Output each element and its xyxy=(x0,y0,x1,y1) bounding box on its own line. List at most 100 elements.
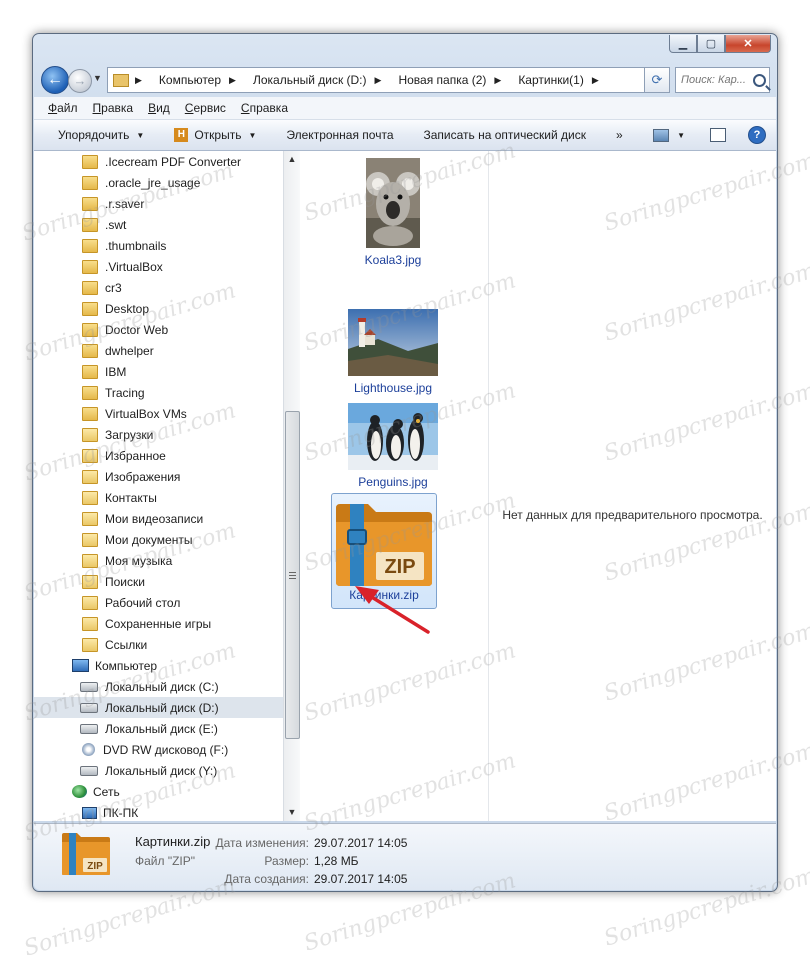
tree-item[interactable]: Локальный диск (C:) xyxy=(34,676,283,697)
tree-item[interactable]: Локальный диск (E:) xyxy=(34,718,283,739)
tree-item[interactable]: Мои документы xyxy=(34,529,283,550)
tree-item[interactable]: .VirtualBox xyxy=(34,256,283,277)
tree-item[interactable]: Локальный диск (Y:) xyxy=(34,760,283,781)
file-list: Koala3.jpg Lighthouse.jpg Penguins.jpg Z… xyxy=(300,151,489,821)
tree-item[interactable]: Сеть xyxy=(34,781,283,802)
back-button[interactable]: ← xyxy=(41,66,69,94)
folder-icon xyxy=(82,595,98,610)
tree-item[interactable]: Мои видеозаписи xyxy=(34,508,283,529)
folder-icon xyxy=(82,511,98,526)
drive-icon xyxy=(80,765,98,776)
breadcrumb-item[interactable]: Компьютер ▶ xyxy=(159,73,244,87)
detail-properties: Дата изменения: 29.07.2017 14:05 Размер: 1… xyxy=(214,834,408,888)
folder-icon xyxy=(82,175,98,190)
menu-help[interactable]: Справка xyxy=(241,101,288,115)
tree-item[interactable]: Изображения xyxy=(34,466,283,487)
address-bar[interactable]: ▶ Компьютер ▶ Локальный диск (D:) ▶ Новая па… xyxy=(107,67,659,93)
tree-item[interactable]: Desktop xyxy=(34,298,283,319)
breadcrumb-item[interactable]: Картинки(1) ▶ xyxy=(518,73,606,87)
tree-item[interactable]: Ссылки xyxy=(34,634,283,655)
tree-item[interactable]: Загрузки xyxy=(34,424,283,445)
tree-item[interactable]: DVD RW дисковод (F:) xyxy=(34,739,283,760)
menu-view[interactable]: Вид xyxy=(148,101,170,115)
tree-item[interactable]: IBM xyxy=(34,361,283,382)
email-button[interactable]: Электронная почта xyxy=(286,128,393,142)
breadcrumb-root-arrow[interactable]: ▶ xyxy=(135,75,150,86)
tree-item[interactable]: Контакты xyxy=(34,487,283,508)
tree-item[interactable]: Избранное xyxy=(34,445,283,466)
menu-bar: Файл Правка Вид Сервис Справка xyxy=(34,97,776,120)
search-box[interactable] xyxy=(675,67,770,93)
penguins-thumbnail xyxy=(348,403,438,470)
maximize-button[interactable]: ▢ xyxy=(697,35,725,53)
tree-item[interactable]: VirtualBox VMs xyxy=(34,403,283,424)
tree-item[interactable]: .thumbnails xyxy=(34,235,283,256)
tree-item[interactable]: Локальный диск (D:) xyxy=(34,697,283,718)
preview-pane: Нет данных для предварительного просмотр… xyxy=(489,151,776,821)
organize-button[interactable]: Упорядочить ▼ xyxy=(58,128,144,142)
tree-item[interactable]: .Icecream PDF Converter xyxy=(34,151,283,172)
menu-edit[interactable]: Правка xyxy=(93,101,134,115)
folder-icon xyxy=(82,574,98,589)
file-item-lighthouse[interactable]: Lighthouse.jpg xyxy=(338,309,448,395)
help-icon[interactable]: ? xyxy=(748,126,766,144)
details-pane: ZIP Картинки.zip Файл "ZIP" Дата изменен… xyxy=(34,823,776,890)
open-button[interactable]: H Открыть ▼ xyxy=(174,128,256,142)
nav-scrollbar[interactable]: ▲ ▼ xyxy=(283,151,300,821)
breadcrumb-arrow-icon[interactable]: ▶ xyxy=(229,75,236,86)
minimize-button[interactable]: ▁ xyxy=(669,35,697,53)
file-item-koala[interactable]: Koala3.jpg xyxy=(338,158,448,267)
tree-item[interactable]: Doctor Web xyxy=(34,319,283,340)
search-icon[interactable] xyxy=(753,73,766,87)
detail-size: Размер: 1,28 МБ xyxy=(264,854,359,868)
scroll-thumb[interactable] xyxy=(285,411,300,739)
tree-item[interactable]: Компьютер xyxy=(34,655,283,676)
more-commands-button[interactable]: » xyxy=(616,128,623,142)
scroll-down-arrow[interactable]: ▼ xyxy=(284,804,300,821)
folder-icon xyxy=(82,322,98,337)
tree-item[interactable]: Сохраненные игры xyxy=(34,613,283,634)
tree-item[interactable]: Моя музыка xyxy=(34,550,283,571)
tree-item[interactable]: .swt xyxy=(34,214,283,235)
view-options-dropdown[interactable]: ▼ xyxy=(677,131,685,140)
zip-badge-label: ZIP xyxy=(384,556,415,578)
file-item-zip[interactable]: ZIP Картинки.zip xyxy=(331,493,437,609)
breadcrumb-arrow-icon[interactable]: ▶ xyxy=(375,75,382,86)
breadcrumb-arrow-icon[interactable]: ▶ xyxy=(494,75,501,86)
tree-item[interactable]: dwhelper xyxy=(34,340,283,361)
tree-item[interactable]: ПК-ПК xyxy=(34,802,283,821)
menu-tools[interactable]: Сервис xyxy=(185,101,226,115)
folder-icon xyxy=(82,385,98,400)
search-input[interactable] xyxy=(676,73,751,87)
tree-item[interactable]: .r.saver xyxy=(34,193,283,214)
change-view-icon[interactable] xyxy=(653,128,670,142)
tree-item[interactable]: Tracing xyxy=(34,382,283,403)
navigation-pane: .Icecream PDF Converter .oracle_jre_usage… xyxy=(34,151,283,821)
breadcrumb-item[interactable]: Локальный диск (D:) ▶ xyxy=(253,73,389,87)
breadcrumb-arrow-icon[interactable]: ▶ xyxy=(592,75,599,86)
folder-icon xyxy=(82,448,98,463)
close-button[interactable]: ✕ xyxy=(725,35,771,53)
scroll-up-arrow[interactable]: ▲ xyxy=(284,151,300,168)
caption-buttons: ▁ ▢ ✕ xyxy=(669,35,771,53)
tree-item[interactable]: Рабочий стол xyxy=(34,592,283,613)
drive-icon xyxy=(80,681,98,692)
dvd-icon xyxy=(82,743,95,756)
folder-icon xyxy=(82,196,98,211)
folder-icon xyxy=(82,343,98,358)
breadcrumb: Компьютер ▶ Локальный диск (D:) ▶ Новая папк… xyxy=(159,73,616,87)
koala-thumbnail xyxy=(366,158,420,248)
preview-pane-icon[interactable] xyxy=(710,128,726,142)
breadcrumb-item[interactable]: Новая папка (2) ▶ xyxy=(398,73,509,87)
refresh-button[interactable]: ⟳ xyxy=(644,67,670,93)
menu-file[interactable]: Файл xyxy=(48,101,78,115)
recent-pages-dropdown[interactable]: ▼ xyxy=(93,73,102,83)
no-preview-message: Нет данных для предварительного просмотр… xyxy=(502,508,763,522)
tree-item[interactable]: cr3 xyxy=(34,277,283,298)
file-item-penguins[interactable]: Penguins.jpg xyxy=(338,403,448,489)
burn-button[interactable]: Записать на оптический диск xyxy=(424,128,587,142)
forward-button[interactable]: → xyxy=(68,69,92,93)
folder-icon xyxy=(82,616,98,631)
tree-item[interactable]: .oracle_jre_usage xyxy=(34,172,283,193)
tree-item[interactable]: Поиски xyxy=(34,571,283,592)
